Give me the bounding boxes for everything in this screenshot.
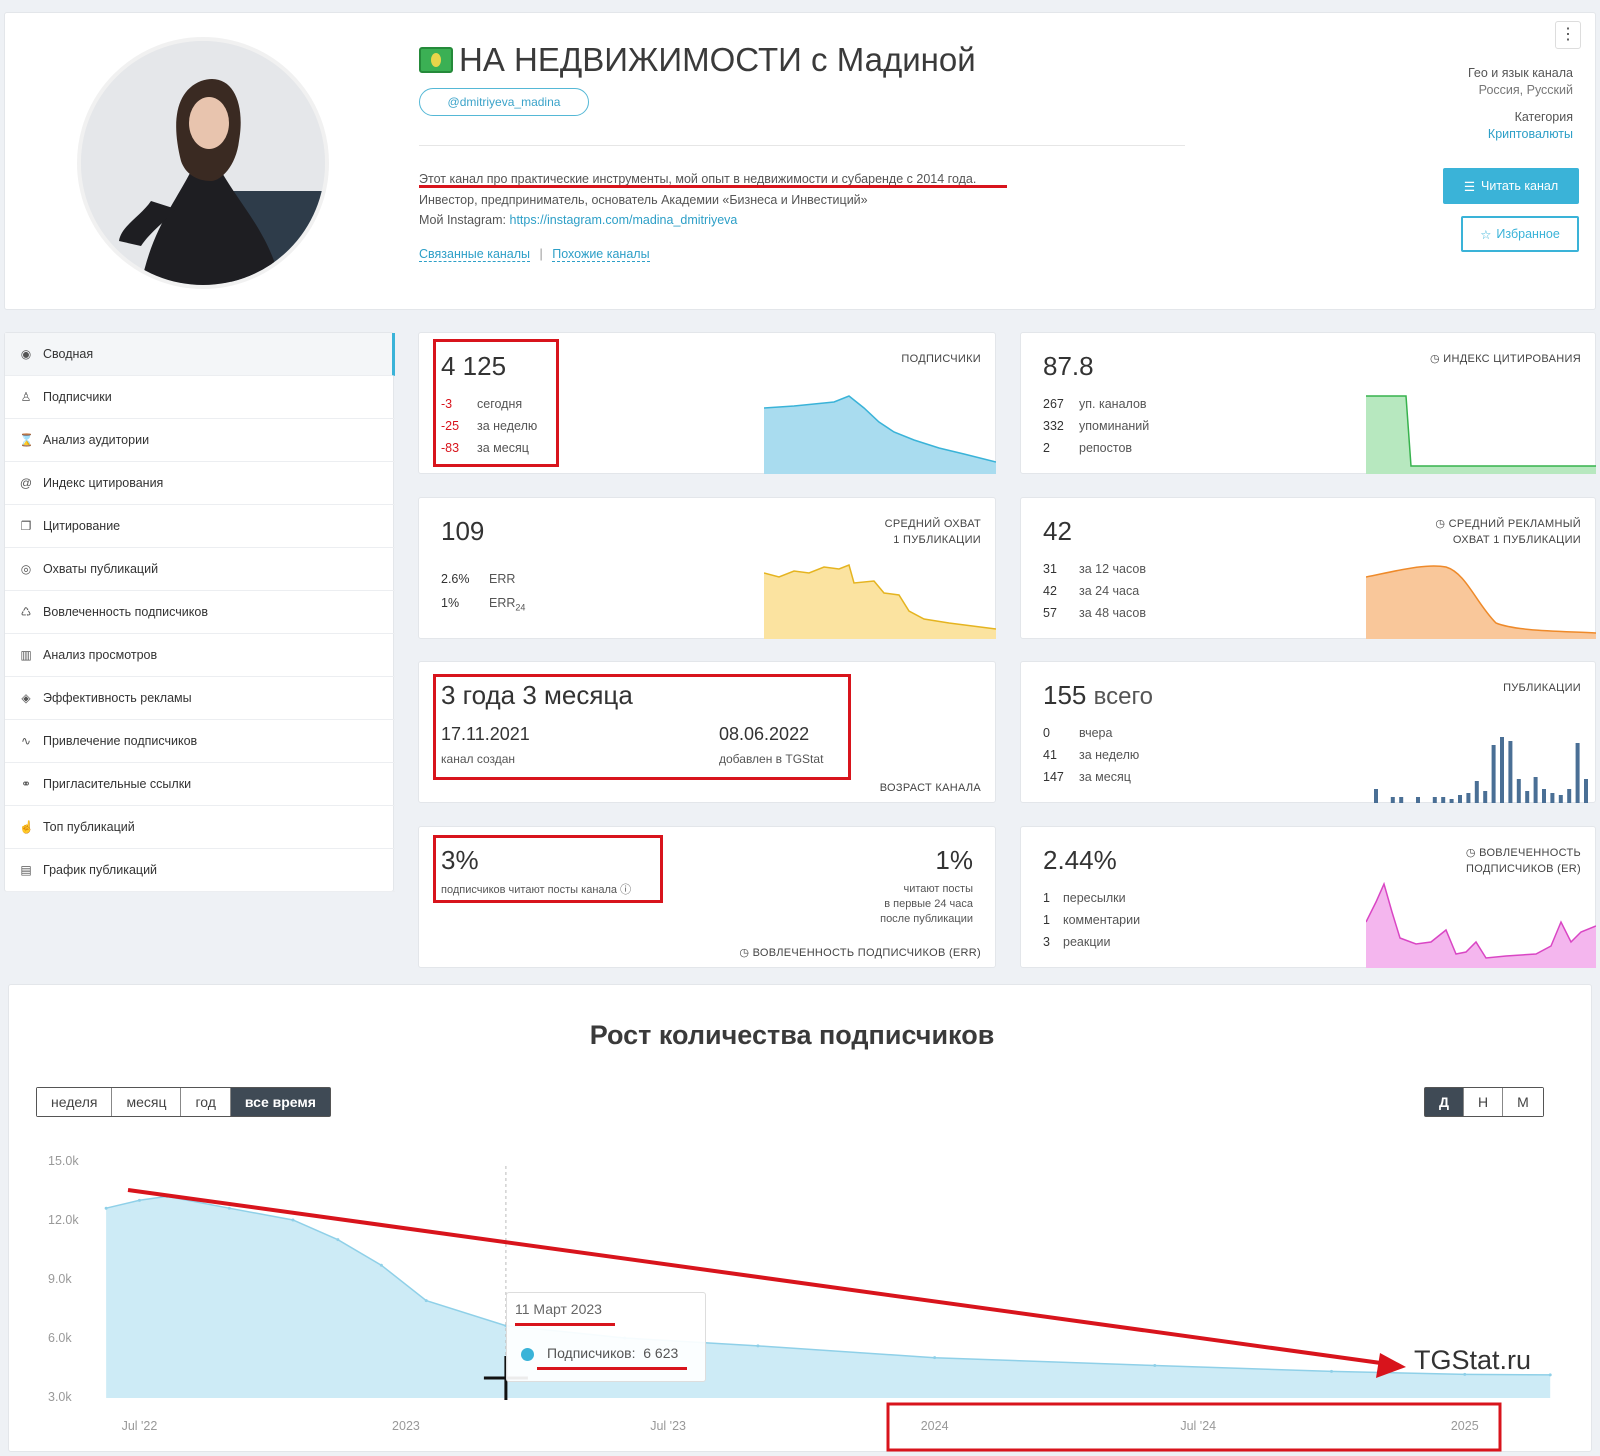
y-tick-label: 3.0k bbox=[48, 1390, 72, 1404]
x-tick-label: 2025 bbox=[1451, 1419, 1479, 1433]
data-point bbox=[227, 1206, 231, 1210]
chart-tooltip: 11 Март 2023 Подписчиков: 6 623 bbox=[506, 1292, 706, 1382]
data-point bbox=[1548, 1373, 1552, 1377]
x-tick-label: Jul '22 bbox=[122, 1419, 158, 1433]
y-tick-label: 6.0k bbox=[48, 1331, 72, 1345]
data-point bbox=[1153, 1364, 1157, 1368]
data-point bbox=[933, 1356, 937, 1360]
y-tick-label: 9.0k bbox=[48, 1272, 72, 1286]
subscribers-area bbox=[106, 1196, 1551, 1398]
y-tick-label: 12.0k bbox=[48, 1213, 79, 1227]
data-point bbox=[291, 1218, 295, 1222]
tgstat-watermark: TGStat.ru bbox=[1414, 1345, 1532, 1375]
x-tick-label: Jul '23 bbox=[650, 1419, 686, 1433]
red-annotation-underline bbox=[537, 1367, 687, 1370]
tooltip-value: Подписчиков: 6 623 bbox=[547, 1345, 679, 1361]
data-point bbox=[379, 1263, 383, 1267]
data-point bbox=[137, 1198, 141, 1202]
x-tick-label: 2024 bbox=[921, 1419, 949, 1433]
data-point bbox=[336, 1238, 340, 1242]
data-point bbox=[424, 1299, 428, 1303]
data-point bbox=[756, 1344, 760, 1348]
tooltip-date: 11 Март 2023 bbox=[515, 1301, 602, 1317]
data-point bbox=[1329, 1369, 1333, 1373]
red-annotation-underline bbox=[515, 1323, 615, 1326]
growth-chart[interactable]: 15.0k 12.0k 9.0k 6.0k 3.0k Jul '22 2023 Jul '23… bbox=[0, 0, 1600, 1456]
data-point bbox=[104, 1206, 108, 1210]
x-tick-label: 2023 bbox=[392, 1419, 420, 1433]
y-tick-label: 15.0k bbox=[48, 1154, 79, 1168]
series-dot-icon bbox=[521, 1348, 534, 1361]
x-tick-label: Jul '24 bbox=[1180, 1419, 1216, 1433]
